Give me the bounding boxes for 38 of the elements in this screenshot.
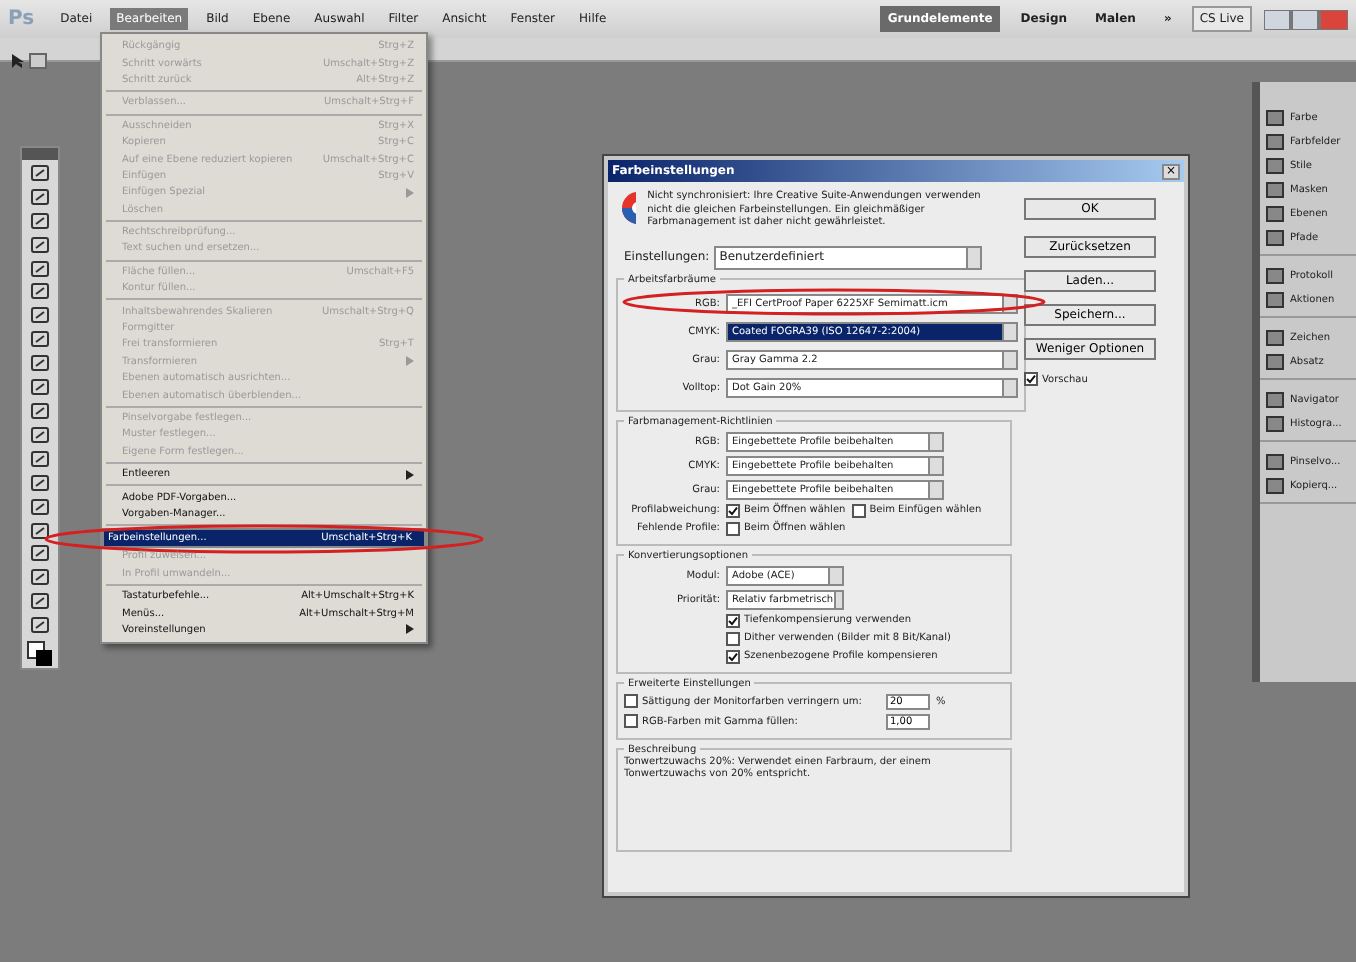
color-swatches-icon[interactable] — [26, 640, 54, 668]
tool-icon[interactable] — [28, 449, 52, 470]
tool-icon[interactable] — [28, 306, 52, 327]
window-controls-icon[interactable] — [1264, 9, 1348, 29]
checkbox[interactable] — [726, 503, 740, 517]
tool-icon[interactable] — [28, 497, 52, 518]
tool-icon[interactable] — [28, 163, 52, 184]
checkbox[interactable] — [624, 694, 638, 708]
tool-icon[interactable] — [28, 330, 52, 351]
checkbox[interactable] — [726, 613, 740, 627]
tool-icon[interactable] — [28, 521, 52, 541]
tool-icon[interactable] — [28, 282, 52, 303]
app-logo: Ps — [8, 8, 35, 30]
tool-icon[interactable] — [28, 592, 52, 613]
move-tool-icon[interactable] — [8, 52, 48, 70]
tool-icon[interactable] — [28, 616, 52, 637]
tool-icon[interactable] — [28, 473, 52, 494]
tool-icon[interactable] — [28, 378, 52, 399]
checkbox[interactable] — [726, 631, 740, 645]
submenu-arrow-icon — [406, 469, 414, 480]
checkbox[interactable] — [726, 649, 740, 663]
tool-icon[interactable] — [28, 568, 52, 589]
tool-icon[interactable] — [28, 402, 52, 422]
checkbox[interactable] — [851, 503, 866, 517]
color-wheel-icon — [620, 190, 636, 226]
tool-icon[interactable] — [28, 211, 52, 232]
submenu-arrow-icon — [406, 624, 414, 635]
tool-icon[interactable] — [28, 187, 52, 208]
checkbox[interactable] — [1024, 372, 1038, 386]
tool-icon[interactable] — [28, 259, 52, 279]
submenu-arrow-icon — [406, 356, 414, 367]
checkbox[interactable] — [624, 714, 638, 728]
submenu-arrow-icon — [406, 187, 414, 198]
tool-icon[interactable] — [28, 425, 52, 446]
tool-icon[interactable] — [28, 544, 52, 565]
tool-icon[interactable] — [28, 354, 52, 375]
checkbox[interactable] — [726, 521, 740, 535]
tool-icon[interactable] — [28, 235, 52, 256]
